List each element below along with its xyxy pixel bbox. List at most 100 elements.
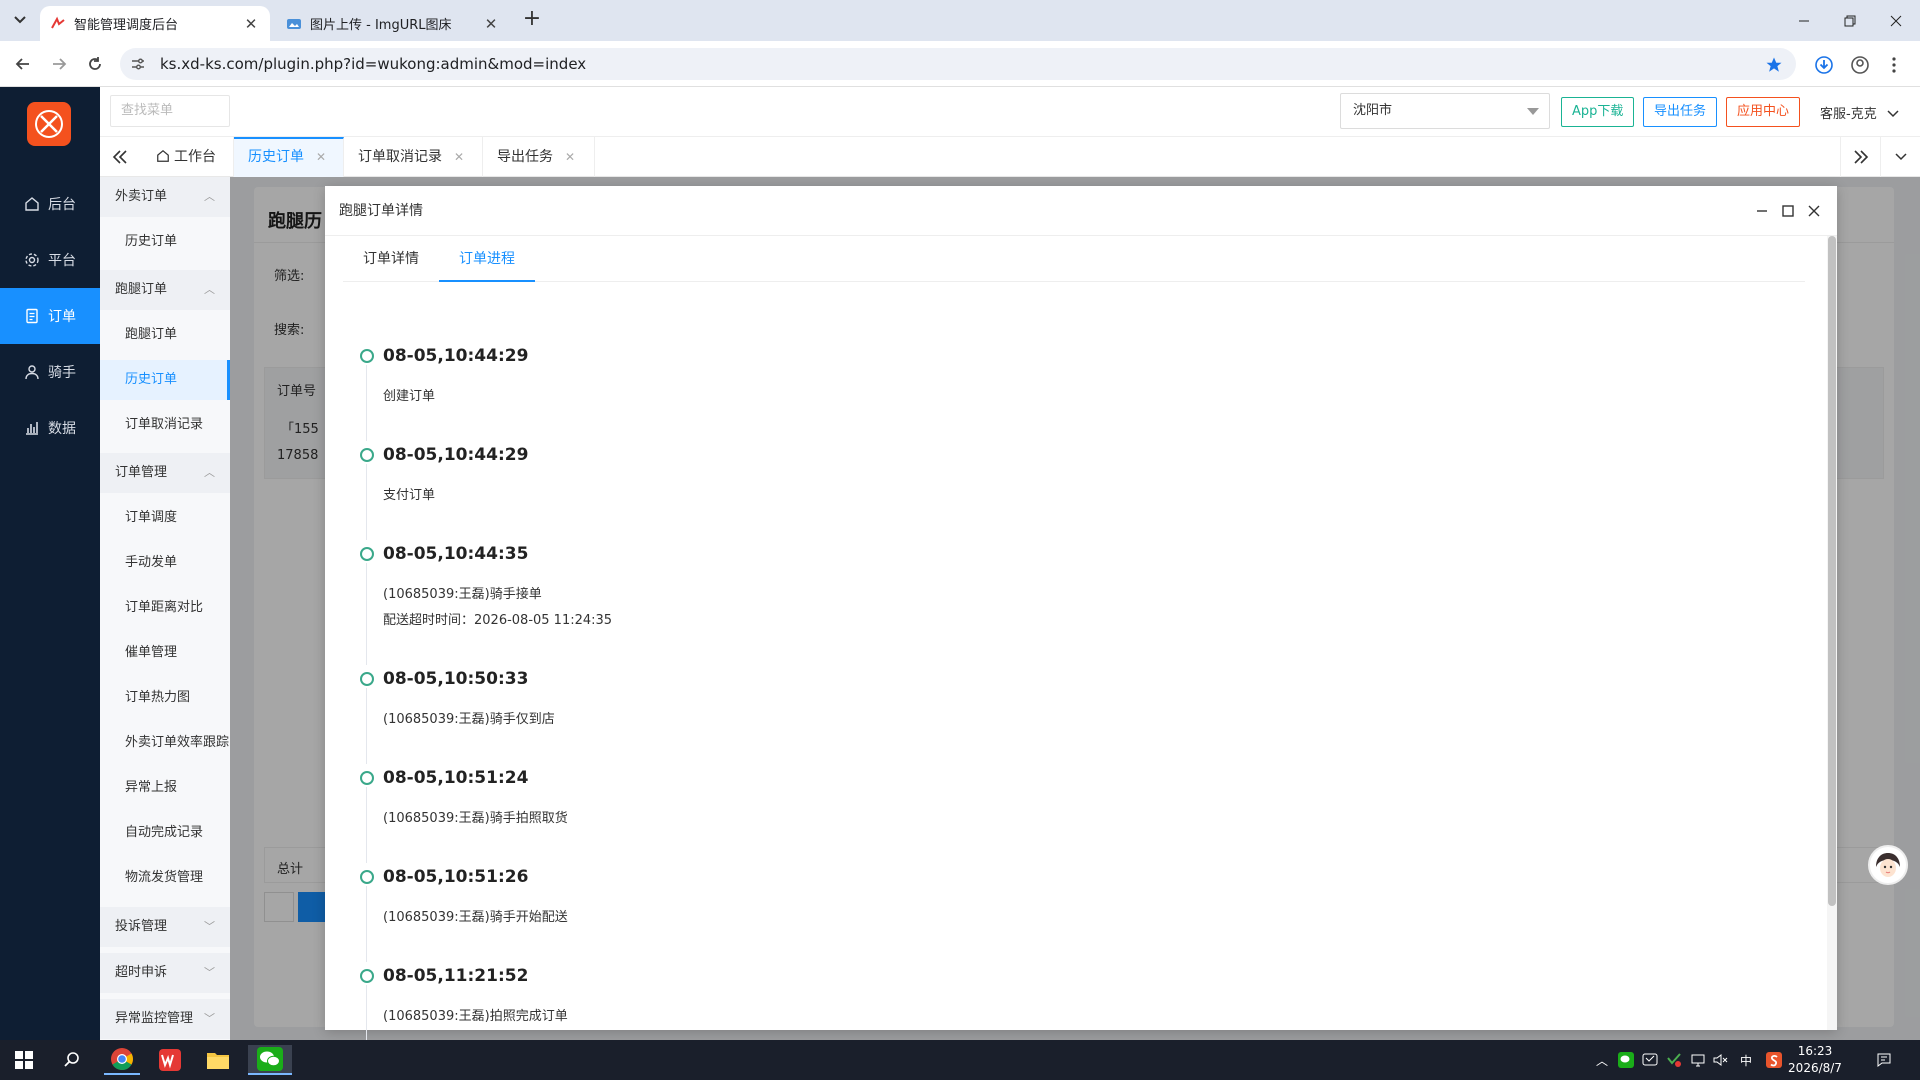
volume-muted-icon[interactable]: [1712, 1052, 1728, 1068]
submenu-item-manual-dispatch[interactable]: 手动发单: [100, 543, 230, 583]
ime-indicator[interactable]: 中: [1740, 1052, 1752, 1069]
minimize-icon: [1799, 20, 1809, 21]
submenu-item-takeout-history[interactable]: 历史订单: [100, 222, 230, 262]
submenu-item-logistics[interactable]: 物流发货管理: [100, 858, 230, 898]
taskbar-search-button[interactable]: [54, 1045, 90, 1075]
nav-item-riders[interactable]: 骑手: [0, 344, 100, 400]
minimize-window-button[interactable]: [1781, 0, 1827, 41]
timeline-item: 08-05,10:44:29 支付订单: [360, 445, 1760, 544]
submenu-item-heatmap[interactable]: 订单热力图: [100, 678, 230, 718]
back-button[interactable]: [10, 51, 36, 77]
close-window-button[interactable]: [1873, 0, 1919, 41]
restore-window-button[interactable]: [1827, 0, 1873, 41]
tabs-scroll-left-button[interactable]: [100, 137, 140, 177]
submenu-item-efficiency-tracking[interactable]: 外卖订单效率跟踪: [100, 723, 230, 763]
taskbar-file-explorer[interactable]: [200, 1045, 236, 1075]
submenu-group-timeout-appeal[interactable]: 超时申诉 ﹀: [100, 953, 230, 993]
browser-tab[interactable]: 图片上传 - ImgURL图床 ✕: [276, 6, 510, 41]
close-icon[interactable]: ✕: [565, 150, 575, 164]
tab-order-details[interactable]: 订单详情: [343, 236, 439, 282]
taskbar-wps[interactable]: [152, 1045, 188, 1075]
network-icon[interactable]: [1690, 1052, 1706, 1068]
submenu-item-reminders[interactable]: 催单管理: [100, 633, 230, 673]
address-bar[interactable]: ks.xd-ks.com/plugin.php?id=wukong:admin&…: [120, 48, 1796, 80]
timeline-connector: [366, 365, 367, 441]
dialog-maximize-button[interactable]: [1779, 202, 1797, 220]
scrollbar-thumb[interactable]: [1828, 236, 1836, 906]
forward-button[interactable]: [46, 51, 72, 77]
os-taskbar: ︿ 中 16:23 2026/8/7: [0, 1040, 1920, 1080]
notification-icon[interactable]: [1876, 1052, 1892, 1068]
submenu-item-errand-history[interactable]: 历史订单: [100, 360, 230, 400]
tab-order-cancel-records[interactable]: 订单取消记录 ✕: [344, 137, 483, 177]
tray-wechat-pay-icon[interactable]: [1666, 1052, 1682, 1068]
tray-wechat-icon[interactable]: [1618, 1052, 1634, 1068]
submenu-item-dispatch[interactable]: 订单调度: [100, 498, 230, 538]
submenu-item-cancel-records[interactable]: 订单取消记录: [100, 405, 230, 445]
site-info-icon[interactable]: [130, 56, 154, 72]
dialog-minimize-button[interactable]: [1753, 202, 1771, 220]
taskbar-chrome[interactable]: [104, 1045, 140, 1075]
nav-item-orders[interactable]: 订单: [0, 288, 100, 344]
order-detail-dialog: 跑腿订单详情 订单详情 订单进程 08-05,10:44:29 创建订单 08-…: [325, 186, 1837, 1061]
timeline-time: 08-05,10:44:29: [383, 346, 529, 366]
user-menu[interactable]: 客服-克克: [1820, 103, 1899, 122]
tab-workbench[interactable]: 工作台: [142, 137, 234, 177]
city-select[interactable]: 沈阳市: [1340, 93, 1550, 129]
more-menu-icon[interactable]: [1880, 51, 1908, 79]
tab-search-button[interactable]: [6, 8, 34, 32]
city-select-value: 沈阳市: [1353, 103, 1393, 118]
chevron-down-icon: ﹀: [204, 920, 215, 933]
tab-export-tasks[interactable]: 导出任务 ✕: [483, 137, 595, 177]
submenu-group-exception-monitor[interactable]: 异常监控管理 ﹀: [100, 999, 230, 1039]
new-tab-button[interactable]: +: [520, 8, 544, 32]
close-icon[interactable]: ✕: [316, 150, 326, 164]
close-icon[interactable]: ✕: [454, 150, 464, 164]
timeline-item: 08-05,10:44:35 (10685039:王磊)骑手接单 配送超时时间：…: [360, 544, 1760, 669]
bookmark-star-icon[interactable]: [1760, 51, 1788, 79]
chrome-icon: [111, 1048, 133, 1070]
tab-order-progress[interactable]: 订单进程: [439, 236, 535, 282]
tabs-scroll-right-button[interactable]: [1840, 137, 1880, 177]
nav-item-platform[interactable]: 平台: [0, 232, 100, 288]
taskbar-wechat[interactable]: [248, 1045, 292, 1075]
main-nav: 后台 平台 订单 骑手 数据: [0, 87, 100, 1040]
dialog-close-button[interactable]: [1805, 202, 1823, 220]
submenu-item-auto-complete[interactable]: 自动完成记录: [100, 813, 230, 853]
taskbar-clock[interactable]: 16:23 2026/8/7: [1780, 1043, 1850, 1077]
chevron-down-icon: [1887, 110, 1899, 118]
nav-item-label: 平台: [48, 253, 76, 269]
submenu-item-exception-report[interactable]: 异常上报: [100, 768, 230, 808]
download-icon[interactable]: [1810, 51, 1838, 79]
profile-icon[interactable]: [1846, 51, 1874, 79]
tray-overflow-icon[interactable]: ︿: [1596, 1052, 1608, 1069]
nav-item-label: 数据: [48, 421, 76, 437]
export-task-button[interactable]: 导出任务: [1643, 97, 1718, 127]
close-icon[interactable]: ✕: [482, 15, 500, 33]
submenu-item-distance-compare[interactable]: 订单距离对比: [100, 588, 230, 628]
customer-service-avatar[interactable]: [1868, 845, 1908, 885]
reload-icon: [89, 57, 101, 70]
double-chevron-left-icon: [112, 150, 127, 164]
browser-tab-active[interactable]: 智能管理调度后台 ✕: [40, 6, 270, 41]
menu-search-input[interactable]: 查找菜单: [110, 95, 230, 127]
app-download-button[interactable]: App下载: [1561, 97, 1635, 127]
nav-item-data[interactable]: 数据: [0, 400, 100, 456]
submenu-group-order-mgmt[interactable]: 订单管理 ︿: [100, 453, 230, 493]
tab-history-orders[interactable]: 历史订单 ✕: [234, 137, 344, 177]
submenu-group-complaints[interactable]: 投诉管理 ﹀: [100, 907, 230, 947]
app-center-button[interactable]: 应用中心: [1726, 97, 1801, 127]
start-button[interactable]: [6, 1045, 42, 1075]
timeline-dot: [360, 448, 374, 462]
close-icon[interactable]: ✕: [242, 15, 260, 33]
reload-button[interactable]: [82, 51, 108, 77]
caret-down-icon: [1527, 108, 1539, 115]
submenu-group-takeout[interactable]: 外卖订单 ︿: [100, 177, 230, 217]
submenu-item-errand-orders[interactable]: 跑腿订单: [100, 315, 230, 355]
submenu-group-errand[interactable]: 跑腿订单 ︿: [100, 270, 230, 310]
nav-item-dashboard[interactable]: 后台: [0, 176, 100, 232]
dialog-scrollbar[interactable]: [1827, 236, 1837, 1030]
logo[interactable]: [27, 102, 71, 146]
tray-app-icon[interactable]: [1642, 1052, 1658, 1068]
tabs-menu-button[interactable]: [1880, 137, 1920, 177]
